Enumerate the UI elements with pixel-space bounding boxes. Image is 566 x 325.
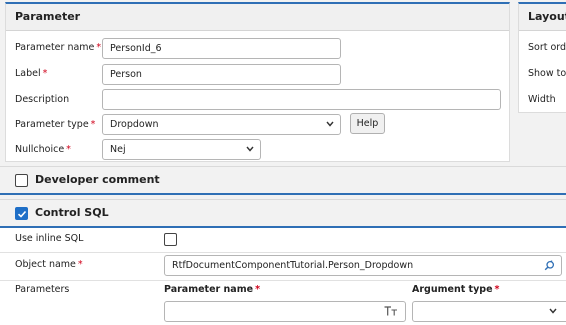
row-divider xyxy=(0,252,566,253)
nullchoice-select[interactable]: Nej xyxy=(102,139,261,160)
label-label: Label * xyxy=(15,68,48,79)
nullchoice-label: Nullchoice * xyxy=(15,144,71,155)
parameter-name-column-header: Parameter name * xyxy=(164,284,261,295)
inline-sql-label: Use inline SQL xyxy=(15,233,84,244)
chevron-down-icon xyxy=(246,146,254,152)
help-button[interactable]: Help xyxy=(350,113,385,134)
control-sql-checkbox[interactable] xyxy=(15,207,28,220)
checkmark-icon xyxy=(17,210,26,218)
description-input[interactable] xyxy=(102,89,501,110)
parameter-name-cell-input[interactable] xyxy=(164,301,406,322)
layout-panel: Layout Sort orde Show to t Width xyxy=(518,2,566,113)
object-name-value: RtfDocumentComponentTutorial.Person_Drop… xyxy=(172,260,414,271)
control-sql-section: Control SQL xyxy=(0,199,566,228)
label-input[interactable] xyxy=(102,64,341,85)
sort-order-label: Sort orde xyxy=(528,42,566,53)
row-divider xyxy=(0,280,566,281)
argument-type-column-header: Argument type * xyxy=(412,284,500,295)
parameter-panel: Parameter Parameter name* Label* Descrip… xyxy=(5,2,510,162)
parameter-name-input[interactable] xyxy=(102,38,341,59)
layout-panel-title: Layout xyxy=(519,4,566,31)
parameter-name-label: Parameter name * xyxy=(15,42,102,53)
parameters-label: Parameters xyxy=(15,284,70,295)
object-name-label: Object name * xyxy=(15,259,83,270)
object-name-field[interactable]: RtfDocumentComponentTutorial.Person_Drop… xyxy=(164,255,562,276)
show-to-label: Show to t xyxy=(528,68,566,79)
control-sql-title: Control SQL xyxy=(35,206,109,219)
text-format-icon xyxy=(384,306,397,316)
description-label: Description xyxy=(15,94,70,105)
chevron-down-icon xyxy=(326,121,334,127)
parameter-type-label: Parameter type * xyxy=(15,119,96,130)
argument-type-select[interactable] xyxy=(412,301,566,322)
nullchoice-value: Nej xyxy=(110,144,126,155)
search-refresh-icon[interactable] xyxy=(544,260,555,271)
width-label: Width xyxy=(528,94,556,105)
parameter-type-select[interactable]: Dropdown xyxy=(102,114,341,135)
inline-sql-checkbox[interactable] xyxy=(164,233,177,246)
developer-comment-title: Developer comment xyxy=(35,173,160,186)
parameter-panel-title: Parameter xyxy=(6,4,509,31)
parameter-type-value: Dropdown xyxy=(110,119,159,130)
chevron-down-icon xyxy=(549,308,557,314)
developer-comment-checkbox[interactable] xyxy=(15,174,28,187)
control-sql-body: Use inline SQL Object name * RtfDocumentC… xyxy=(0,228,566,325)
developer-comment-section: Developer comment xyxy=(0,166,566,195)
